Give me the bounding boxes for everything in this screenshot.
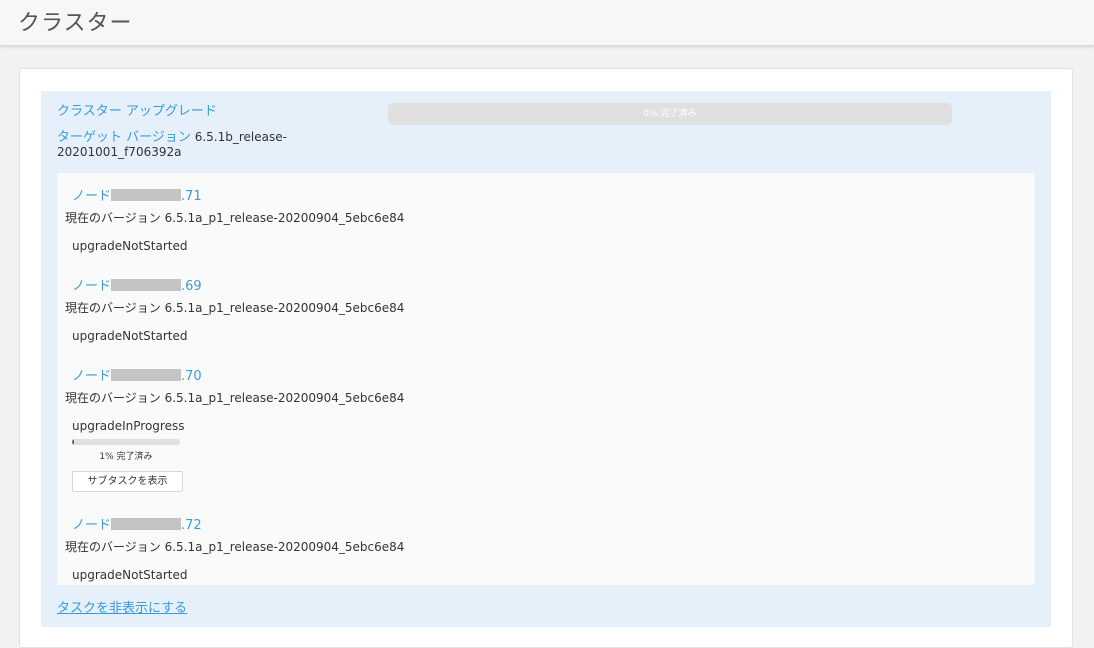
node-name-suffix: .70 <box>181 369 202 384</box>
show-subtasks-button[interactable]: サブタスクを表示 <box>72 471 183 492</box>
node-name-prefix: ノード <box>72 369 112 384</box>
hide-tasks-link[interactable]: タスクを非表示にする <box>57 597 187 616</box>
node-version-label: 現在のバージョン <box>65 211 161 225</box>
node-progress-fill <box>72 439 74 445</box>
node-version-value: 6.5.1a_p1_release-20200904_5ebc6e84 <box>164 211 405 225</box>
page-title: クラスター <box>18 11 133 36</box>
node-name-prefix: ノード <box>72 189 112 204</box>
overall-progress-bar: 0% 完了済み <box>388 103 952 125</box>
node-version-label: 現在のバージョン <box>65 301 161 315</box>
node-state: upgradeNotStarted <box>72 329 188 343</box>
node-state: upgradeInProgress <box>72 419 185 433</box>
node-name-suffix: .69 <box>181 279 202 294</box>
node-name-suffix: .72 <box>181 518 202 533</box>
redacted-ip <box>111 518 182 530</box>
target-version-label: ターゲット バージョン <box>57 130 191 145</box>
node-state: upgradeNotStarted <box>72 568 188 582</box>
node-version-label: 現在のバージョン <box>65 540 161 554</box>
node-current-version: 現在のバージョン 6.5.1a_p1_release-20200904_5ebc… <box>65 389 404 406</box>
node-version-label: 現在のバージョン <box>65 391 161 405</box>
node-progress-bar <box>72 439 180 445</box>
node-name-prefix: ノード <box>72 279 112 294</box>
page-header: クラスター <box>0 0 1094 46</box>
node-name-link[interactable]: ノード .71 <box>72 185 202 204</box>
node-name-link[interactable]: ノード .72 <box>72 514 202 533</box>
overall-progress-label: 0% 完了済み <box>643 109 697 119</box>
node-name-suffix: .71 <box>181 189 202 204</box>
node-name-link[interactable]: ノード .69 <box>72 275 202 294</box>
node-current-version: 現在のバージョン 6.5.1a_p1_release-20200904_5ebc… <box>65 209 404 226</box>
redacted-ip <box>111 189 182 201</box>
target-version: ターゲット バージョン 6.5.1b_release-20201001_f706… <box>57 130 297 159</box>
cluster-upgrade-panel: クラスター アップグレード 0% 完了済み ターゲット バージョン 6.5.1b… <box>41 91 1051 627</box>
redacted-ip <box>111 369 182 381</box>
node-version-value: 6.5.1a_p1_release-20200904_5ebc6e84 <box>164 391 405 405</box>
node-list: ノード .71 現在のバージョン 6.5.1a_p1_release-202009… <box>57 173 1035 585</box>
redacted-ip <box>111 279 182 291</box>
node-current-version: 現在のバージョン 6.5.1a_p1_release-20200904_5ebc… <box>65 299 404 316</box>
node-version-value: 6.5.1a_p1_release-20200904_5ebc6e84 <box>164 540 405 554</box>
node-state: upgradeNotStarted <box>72 239 188 253</box>
cluster-upgrade-title-link[interactable]: クラスター アップグレード <box>57 100 217 119</box>
node-current-version: 現在のバージョン 6.5.1a_p1_release-20200904_5ebc… <box>65 538 404 555</box>
node-progress-label: 1% 完了済み <box>99 452 153 462</box>
node-version-value: 6.5.1a_p1_release-20200904_5ebc6e84 <box>164 301 405 315</box>
node-name-prefix: ノード <box>72 518 112 533</box>
cluster-card: クラスター アップグレード 0% 完了済み ターゲット バージョン 6.5.1b… <box>19 68 1073 648</box>
node-name-link[interactable]: ノード .70 <box>72 365 202 384</box>
